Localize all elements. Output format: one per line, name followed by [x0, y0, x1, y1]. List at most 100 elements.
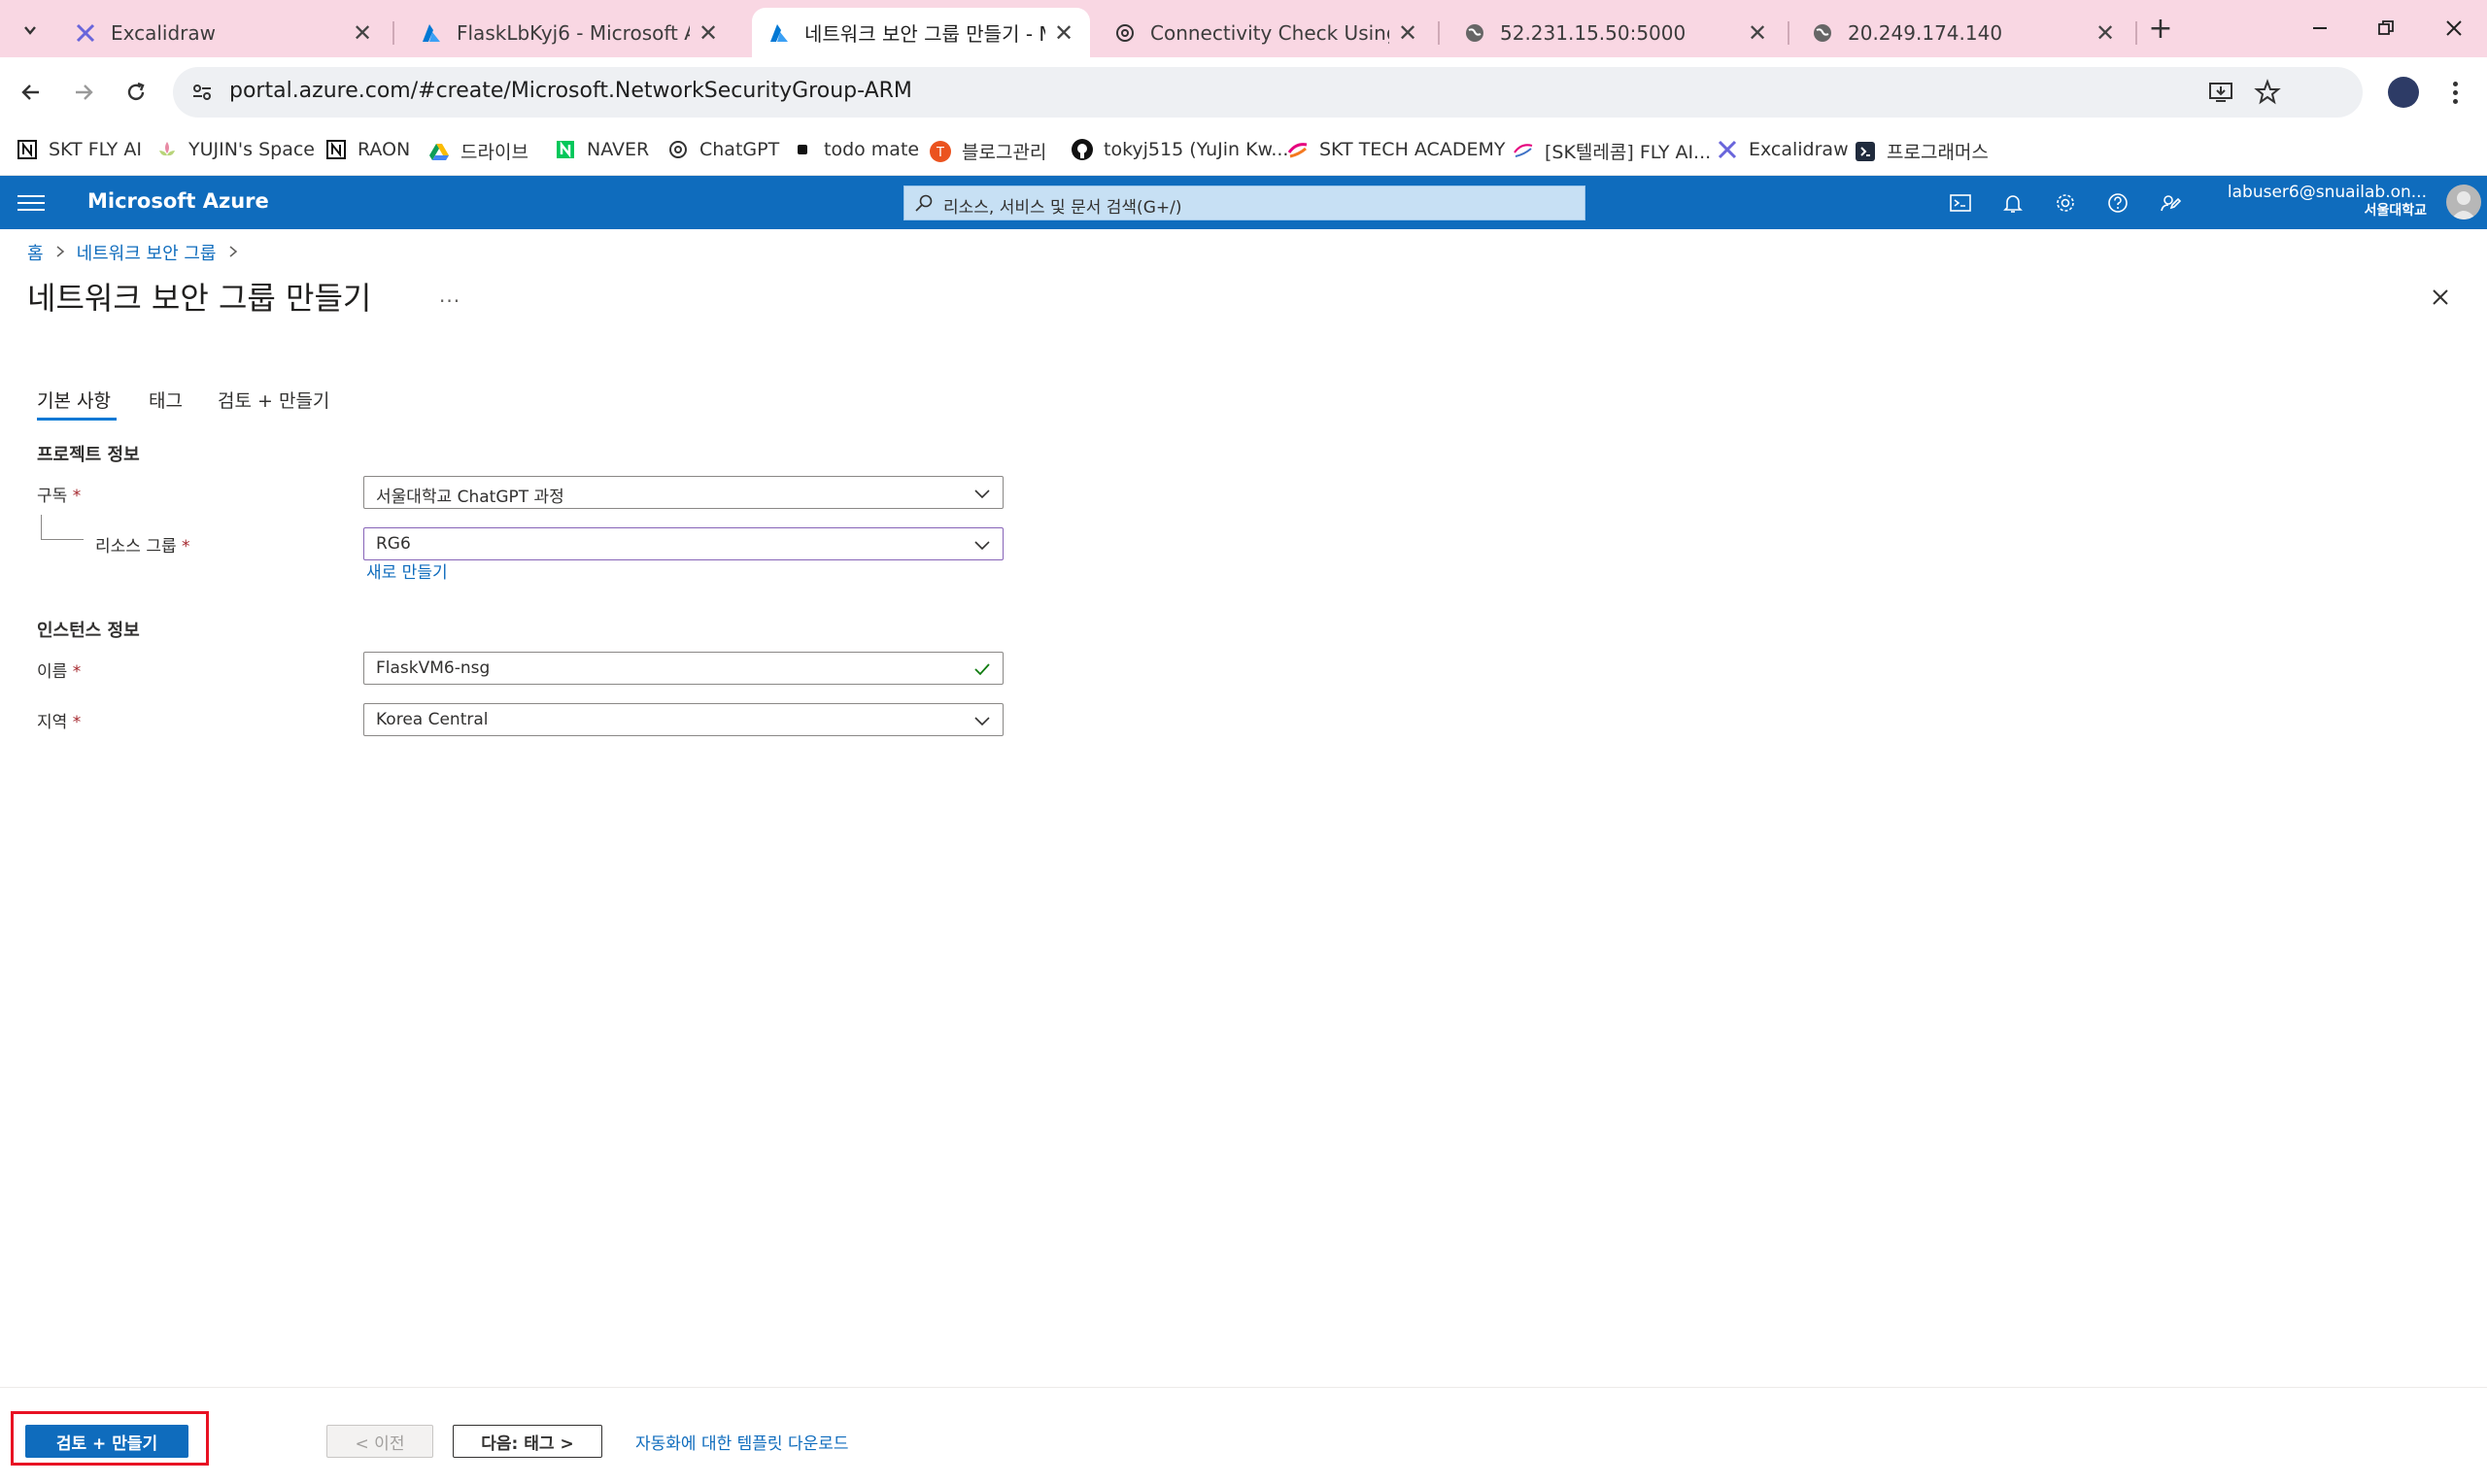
- footer-divider: [0, 1387, 2487, 1388]
- close-tab-icon[interactable]: ✕: [1397, 19, 1418, 47]
- programmers-icon: [1854, 140, 1877, 163]
- forward-arrow-icon[interactable]: [62, 71, 105, 114]
- portal-menu-hamburger-icon[interactable]: [17, 189, 45, 217]
- region-dropdown[interactable]: Korea Central: [363, 703, 1004, 736]
- lotus-icon: [155, 138, 179, 161]
- chevron-right-icon: [228, 243, 238, 263]
- github-icon: [1071, 138, 1094, 161]
- tab-flasklb-azure[interactable]: FlaskLbKyj6 - Microsoft Azure ✕: [404, 8, 734, 57]
- install-app-icon[interactable]: [2207, 79, 2234, 110]
- breadcrumb: 홈 네트워크 보안 그룹: [27, 240, 250, 265]
- tab-search-chevron-icon[interactable]: [14, 14, 47, 47]
- notion-icon: [16, 138, 39, 161]
- bookmark-programmers[interactable]: 프로그래머스: [1854, 138, 1989, 164]
- review-create-button[interactable]: 검토 + 만들기: [25, 1425, 188, 1458]
- settings-gear-icon[interactable]: [2050, 187, 2081, 219]
- blog-icon: T: [929, 140, 952, 163]
- back-arrow-icon[interactable]: [10, 71, 52, 114]
- close-tab-icon[interactable]: ✕: [1747, 19, 1768, 47]
- azure-brand[interactable]: Microsoft Azure: [87, 189, 269, 213]
- tab-nsg-create[interactable]: 네트워크 보안 그룹 만들기 - M ✕: [752, 8, 1090, 57]
- close-tab-icon[interactable]: ✕: [1053, 19, 1074, 47]
- tab-title: 52.231.15.50:5000: [1500, 20, 1686, 45]
- tab-connectivity-check[interactable]: Connectivity Check Using DFS ✕: [1098, 8, 1434, 57]
- bookmarks-bar: SKT FLY AI YUJIN's Space RAON 드라이브 NAVER…: [0, 127, 2487, 176]
- bookmark-sk-telecom-fly-ai[interactable]: [SK텔레콤] FLY AI...: [1512, 138, 1711, 164]
- tab-basics[interactable]: 기본 사항: [37, 387, 111, 413]
- bookmark-todo-mate[interactable]: todo mate: [791, 138, 919, 161]
- google-drive-icon: [427, 140, 451, 163]
- previous-button[interactable]: < 이전: [326, 1425, 433, 1458]
- new-tab-plus-icon[interactable]: +: [2143, 10, 2178, 47]
- tab-excalidraw[interactable]: Excalidraw ✕: [58, 8, 389, 57]
- todo-mate-icon: [791, 138, 814, 161]
- name-value: FlaskVM6-nsg: [376, 658, 491, 678]
- azure-icon: [420, 21, 443, 45]
- tab-tags[interactable]: 태그: [149, 387, 183, 413]
- cloud-shell-icon[interactable]: [1945, 187, 1976, 219]
- bookmark-naver[interactable]: NAVER: [554, 138, 649, 161]
- hierarchy-connector: [41, 515, 84, 540]
- close-tab-icon[interactable]: ✕: [698, 19, 719, 47]
- account-info[interactable]: labuser6@snuailab.on... 서울대학교: [2137, 184, 2427, 220]
- required-mark: *: [72, 713, 82, 732]
- chatgpt-icon: [666, 138, 690, 161]
- name-input[interactable]: FlaskVM6-nsg: [363, 652, 1004, 685]
- browser-toolbar: portal.azure.com/#create/Microsoft.Netwo…: [0, 57, 2487, 127]
- project-details-heading: 프로젝트 정보: [37, 445, 140, 465]
- profile-avatar-icon[interactable]: [2388, 77, 2419, 108]
- minimize-icon[interactable]: [2295, 10, 2345, 47]
- bookmark-skt-tech-academy[interactable]: SKT TECH ACADEMY: [1286, 138, 1505, 161]
- resource-group-value: RG6: [376, 534, 411, 554]
- search-placeholder: 리소스, 서비스 및 문서 검색(G+/): [943, 198, 1182, 218]
- close-tab-icon[interactable]: ✕: [2095, 19, 2116, 47]
- svg-text:T: T: [936, 146, 944, 160]
- tab-title: Excalidraw: [111, 20, 217, 45]
- required-mark: *: [72, 662, 82, 682]
- resource-group-dropdown[interactable]: RG6: [363, 527, 1004, 560]
- tab-review-create[interactable]: 검토 + 만들기: [218, 387, 329, 413]
- site-info-icon[interactable]: [190, 81, 214, 108]
- breadcrumb-nsg[interactable]: 네트워크 보안 그룹: [77, 240, 217, 265]
- azure-icon: [767, 21, 791, 45]
- globe-icon: [1811, 21, 1834, 45]
- url-text[interactable]: portal.azure.com/#create/Microsoft.Netwo…: [229, 79, 912, 103]
- browser-tab-strip: Excalidraw ✕ FlaskLbKyj6 - Microsoft Azu…: [0, 0, 2487, 57]
- next-tags-button[interactable]: 다음: 태그 >: [453, 1425, 602, 1458]
- bookmark-raon[interactable]: RAON: [324, 138, 410, 161]
- chevron-down-icon: [971, 483, 993, 504]
- naver-icon: [554, 138, 577, 161]
- address-bar[interactable]: portal.azure.com/#create/Microsoft.Netwo…: [173, 67, 2363, 118]
- create-new-link[interactable]: 새로 만들기: [366, 558, 448, 583]
- global-search-input[interactable]: 리소스, 서비스 및 문서 검색(G+/): [903, 186, 1585, 220]
- help-question-icon[interactable]: [2102, 187, 2133, 219]
- bookmark-github[interactable]: tokyj515 (YuJin Kw...: [1071, 138, 1288, 161]
- chatgpt-icon: [1113, 21, 1137, 45]
- browser-menu-icon[interactable]: [2442, 73, 2468, 112]
- bookmark-excalidraw[interactable]: Excalidraw: [1716, 138, 1849, 161]
- bookmark-yujins-space[interactable]: YUJIN's Space: [155, 138, 315, 161]
- subscription-dropdown[interactable]: 서울대학교 ChatGPT 과정: [363, 476, 1004, 509]
- restore-icon[interactable]: [2361, 10, 2411, 47]
- breadcrumb-home[interactable]: 홈: [27, 240, 44, 265]
- user-email: labuser6@snuailab.on...: [2227, 183, 2427, 202]
- close-tab-icon[interactable]: ✕: [352, 19, 373, 47]
- bookmark-drive[interactable]: 드라이브: [427, 138, 528, 164]
- required-mark: *: [182, 537, 190, 556]
- reload-icon[interactable]: [115, 71, 157, 114]
- bookmark-skt-fly-ai[interactable]: SKT FLY AI: [16, 138, 142, 161]
- user-avatar[interactable]: [2446, 185, 2481, 219]
- required-mark: *: [72, 487, 82, 506]
- close-blade-icon[interactable]: [2429, 286, 2452, 309]
- tab-ip-140[interactable]: 20.249.174.140 ✕: [1795, 8, 2131, 57]
- bookmark-blog-admin[interactable]: T 블로그관리: [929, 138, 1046, 164]
- more-options-icon[interactable]: ...: [439, 284, 460, 307]
- notifications-bell-icon[interactable]: [1997, 187, 2028, 219]
- subscription-value: 서울대학교 ChatGPT 과정: [376, 488, 564, 507]
- bookmark-star-icon[interactable]: [2254, 79, 2281, 110]
- close-window-icon[interactable]: [2429, 10, 2479, 47]
- tab-ip-5000[interactable]: 52.231.15.50:5000 ✕: [1448, 8, 1784, 57]
- download-template-link[interactable]: 자동화에 대한 템플릿 다운로드: [635, 1430, 849, 1454]
- valid-checkmark-icon: [971, 658, 993, 680]
- bookmark-chatgpt[interactable]: ChatGPT: [666, 138, 779, 161]
